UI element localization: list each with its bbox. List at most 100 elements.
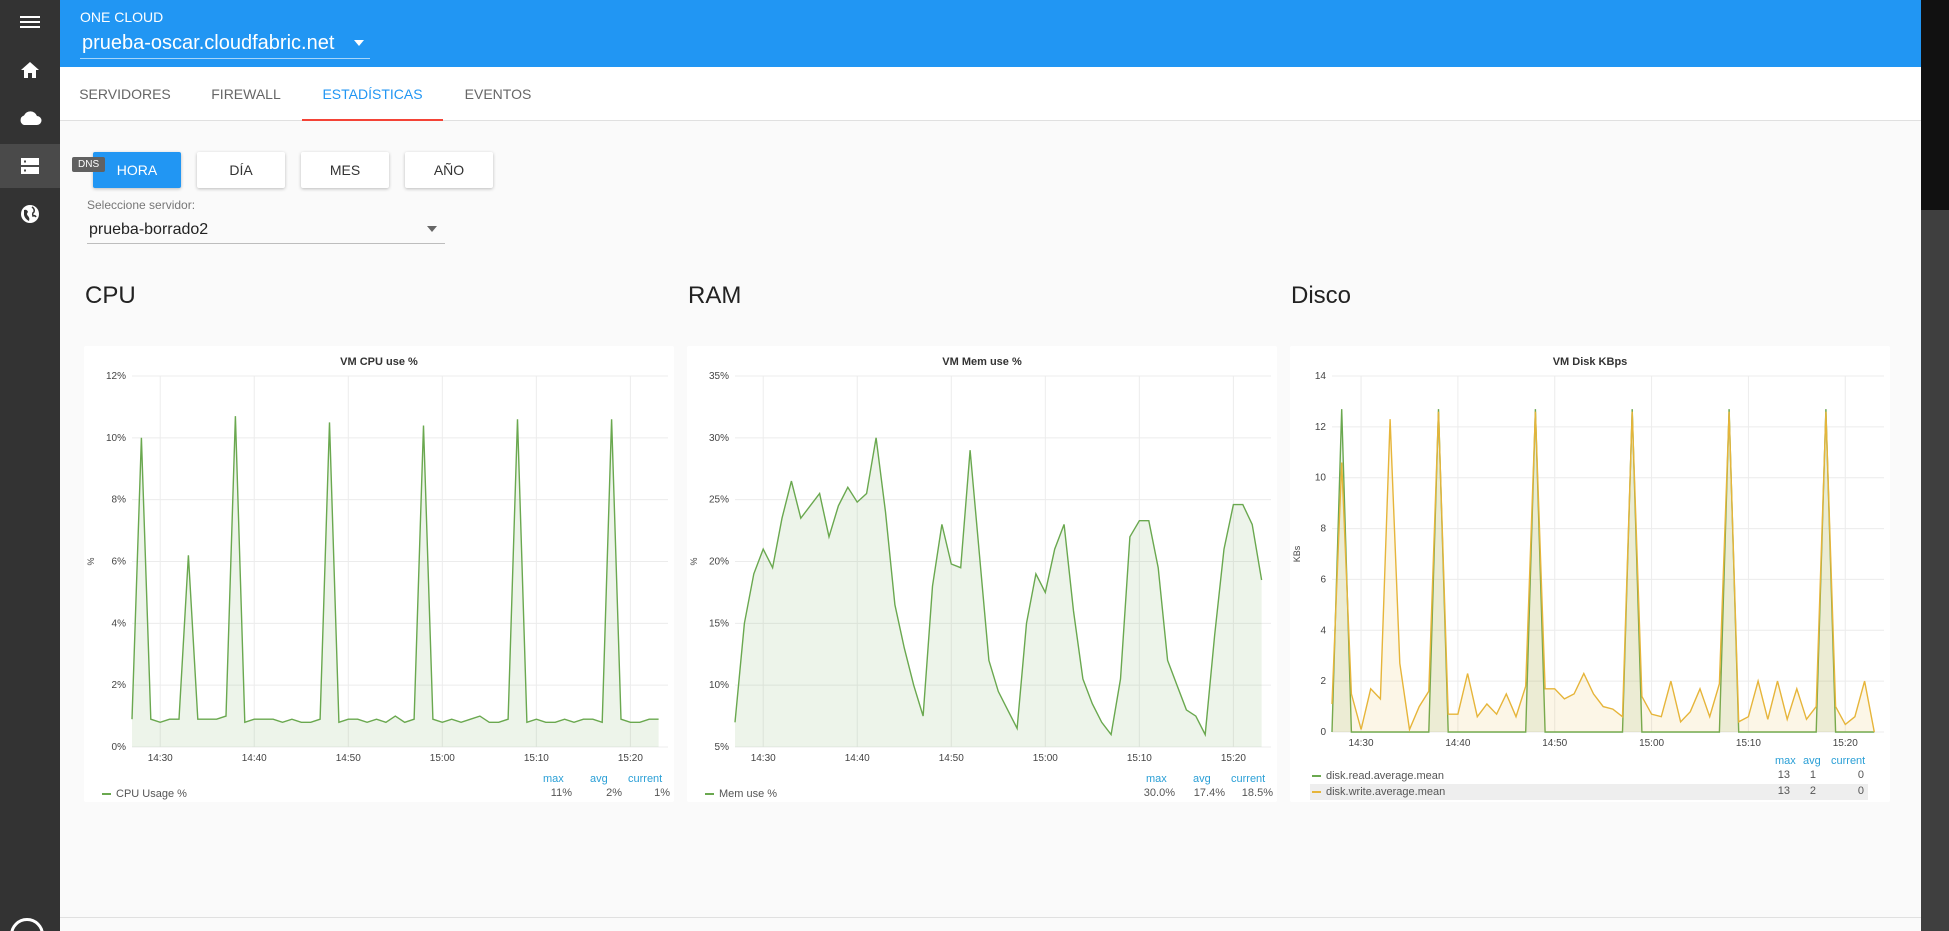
y-tick-label: 12% bbox=[106, 371, 126, 382]
globe-icon bbox=[21, 205, 39, 223]
series-line bbox=[131, 416, 659, 724]
cpu-chart-panel: VM CPU use % 0% 2% 4% 6% 8% 10% 12% 14:30 14:40 14… bbox=[84, 346, 674, 802]
legend-series-name: disk.read.average.mean bbox=[1326, 770, 1445, 782]
domain-underline bbox=[80, 58, 370, 59]
period-ano-button[interactable]: AÑO bbox=[405, 152, 493, 188]
y-axis-label: KBs bbox=[1292, 545, 1302, 562]
disk-chart-panel: VM Disk KBps 0 2 4 6 8 10 12 14 14:30 14:40 14:50 15… bbox=[1290, 346, 1890, 802]
y-axis-label: % bbox=[689, 557, 699, 565]
chart-svg: VM Mem use % 5% 10% 15% 20% 25% 30% 35% 14:30 14:… bbox=[689, 356, 1271, 764]
y-tick-label: 35% bbox=[709, 371, 729, 382]
legend-current-value: 0 bbox=[1857, 769, 1864, 781]
y-tick-label: 0% bbox=[112, 742, 127, 753]
legend-series-name: disk.write.average.mean bbox=[1326, 786, 1446, 798]
x-tick-label: 15:10 bbox=[1736, 738, 1761, 749]
legend-swatch bbox=[705, 793, 714, 795]
legend-header-max: max bbox=[543, 773, 564, 785]
series-area bbox=[1332, 411, 1875, 732]
nav-cloud-button[interactable] bbox=[0, 96, 60, 140]
chevron-down-icon[interactable] bbox=[354, 40, 364, 46]
chart-title: VM CPU use % bbox=[340, 356, 418, 368]
series-line bbox=[1331, 411, 1875, 733]
legend-current-value: 0 bbox=[1857, 785, 1864, 797]
server-select[interactable]: prueba-borrado2 bbox=[87, 216, 445, 244]
tab-bar: SERVIDORES FIREWALL ESTADÍSTICAS EVENTOS bbox=[60, 67, 1921, 121]
series-line bbox=[1331, 409, 1875, 733]
nav-globe-button[interactable] bbox=[0, 192, 60, 236]
account-icon[interactable] bbox=[10, 918, 44, 931]
x-tick-label: 15:00 bbox=[1639, 738, 1664, 749]
tab-eventos[interactable]: EVENTOS bbox=[443, 67, 553, 121]
server-select-value: prueba-borrado2 bbox=[89, 221, 209, 238]
y-tick-label: 14 bbox=[1315, 371, 1327, 382]
menu-button[interactable] bbox=[0, 0, 60, 44]
y-tick-label: 8% bbox=[112, 495, 127, 506]
legend-header-current: current bbox=[628, 773, 663, 785]
x-tick-label: 15:00 bbox=[1033, 753, 1058, 764]
x-tick-label: 14:30 bbox=[751, 753, 776, 764]
x-tick-label: 15:10 bbox=[524, 753, 549, 764]
app-header: ONE CLOUD prueba-oscar.cloudfabric.net bbox=[60, 0, 1921, 67]
y-tick-label: 4% bbox=[112, 618, 127, 629]
legend-swatch bbox=[102, 793, 111, 795]
tab-firewall[interactable]: FIREWALL bbox=[190, 67, 302, 121]
legend-swatch bbox=[1312, 775, 1321, 777]
period-dia-button[interactable]: DÍA bbox=[197, 152, 285, 188]
footer-divider bbox=[60, 917, 1921, 918]
menu-icon bbox=[20, 16, 40, 28]
server-select-label: Seleccione servidor: bbox=[87, 198, 196, 212]
y-tick-label: 0 bbox=[1320, 727, 1326, 738]
y-tick-label: 4 bbox=[1320, 625, 1326, 636]
x-tick-label: 15:20 bbox=[618, 753, 643, 764]
ram-section-title: RAM bbox=[688, 282, 742, 309]
ram-chart-panel: VM Mem use % 5% 10% 15% 20% 25% 30% 35% 14:30 14:… bbox=[687, 346, 1277, 802]
period-hora-button[interactable]: HORA bbox=[93, 152, 181, 188]
x-tick-label: 14:40 bbox=[845, 753, 870, 764]
dns-tooltip: DNS bbox=[72, 157, 106, 172]
legend-row: Mem use % bbox=[705, 786, 777, 802]
x-tick-label: 14:50 bbox=[1542, 738, 1567, 749]
chart-title: VM Disk KBps bbox=[1553, 356, 1628, 368]
period-mes-button[interactable]: MES bbox=[301, 152, 389, 188]
page-scrollbar-thumb[interactable] bbox=[1921, 0, 1949, 210]
y-tick-label: 20% bbox=[709, 557, 729, 568]
x-tick-label: 14:30 bbox=[148, 753, 173, 764]
x-tick-label: 14:50 bbox=[939, 753, 964, 764]
x-tick-label: 15:20 bbox=[1833, 738, 1858, 749]
x-tick-label: 14:40 bbox=[1445, 738, 1470, 749]
legend-current-value: 1% bbox=[654, 787, 670, 799]
brand-label: ONE CLOUD bbox=[80, 9, 164, 25]
y-tick-label: 25% bbox=[709, 495, 729, 506]
y-tick-label: 10% bbox=[709, 680, 729, 691]
y-tick-label: 10 bbox=[1315, 473, 1327, 484]
chart-svg: VM Disk KBps 0 2 4 6 8 10 12 14 14:30 14:40 14:50 15… bbox=[1292, 356, 1884, 749]
domain-selector[interactable]: prueba-oscar.cloudfabric.net bbox=[82, 32, 334, 55]
legend-header-current: current bbox=[1831, 755, 1866, 767]
left-nav-rail bbox=[0, 0, 60, 931]
tab-estadisticas[interactable]: ESTADÍSTICAS bbox=[302, 67, 443, 121]
y-tick-label: 30% bbox=[709, 433, 729, 444]
x-tick-label: 15:20 bbox=[1221, 753, 1246, 764]
y-tick-label: 12 bbox=[1315, 422, 1327, 433]
dns-icon bbox=[21, 158, 39, 174]
x-tick-label: 14:40 bbox=[242, 753, 267, 764]
nav-home-button[interactable] bbox=[0, 48, 60, 92]
y-tick-label: 2 bbox=[1320, 676, 1326, 687]
legend-series-name: CPU Usage % bbox=[116, 788, 187, 800]
y-tick-label: 5% bbox=[715, 742, 730, 753]
series-area bbox=[1332, 409, 1875, 732]
x-tick-label: 14:50 bbox=[336, 753, 361, 764]
legend-header-max: max bbox=[1146, 773, 1167, 785]
disk-section-title: Disco bbox=[1291, 282, 1352, 309]
x-tick-label: 15:10 bbox=[1127, 753, 1152, 764]
x-tick-label: 15:00 bbox=[430, 753, 455, 764]
legend-series-name: Mem use % bbox=[719, 788, 778, 800]
legend-row: CPU Usage % bbox=[102, 786, 187, 802]
x-tick-label: 14:30 bbox=[1349, 738, 1374, 749]
y-tick-label: 6 bbox=[1320, 574, 1326, 585]
tab-servidores[interactable]: SERVIDORES bbox=[60, 67, 190, 121]
legend-current-value: 18.5% bbox=[1241, 787, 1273, 799]
nav-dns-button[interactable] bbox=[0, 144, 60, 188]
y-axis-label: % bbox=[86, 557, 96, 565]
cloud-icon bbox=[20, 111, 42, 125]
